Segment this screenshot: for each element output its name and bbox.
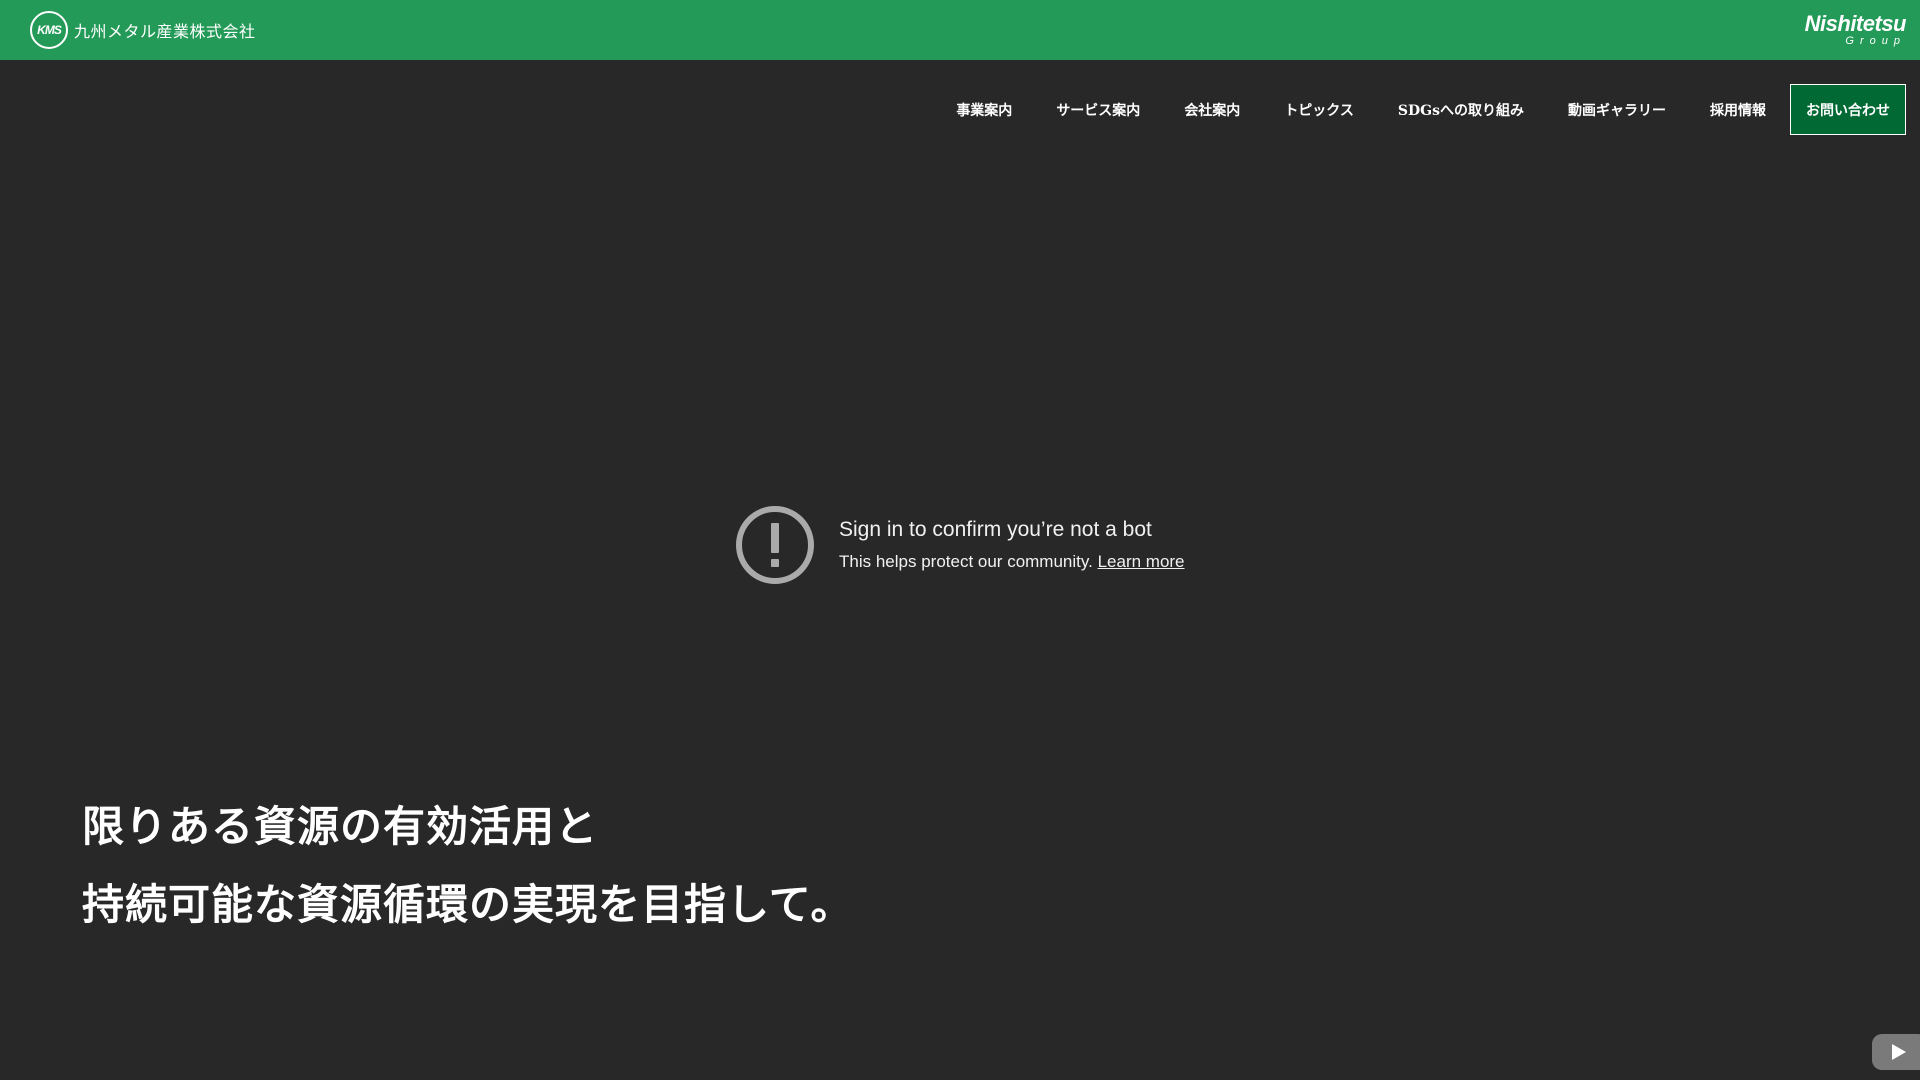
video-signin-notice: Sign in to confirm you’re not a bot This… (735, 505, 1185, 585)
nav-item-recruit[interactable]: 採用情報 (1688, 84, 1788, 135)
contact-button[interactable]: お問い合わせ (1790, 84, 1906, 135)
alert-circle-icon (736, 506, 814, 584)
hero-line-2: 持続可能な資源循環の実現を目指して。 (82, 880, 854, 929)
brand-link[interactable]: KMS 九州メタル産業株式会社 (30, 11, 256, 49)
youtube-button[interactable] (1872, 1034, 1920, 1070)
site-header: KMS 九州メタル産業株式会社 Nishitetsu Group (0, 0, 1920, 60)
nav-item-services[interactable]: サービス案内 (1034, 84, 1162, 135)
company-logo-icon: KMS (30, 11, 68, 49)
nishitetsu-group-logo[interactable]: Nishitetsu Group (1804, 11, 1907, 48)
notice-subtitle: This helps protect our community. Learn … (839, 552, 1185, 572)
company-name: 九州メタル産業株式会社 (74, 22, 256, 41)
notice-title: Sign in to confirm you’re not a bot (839, 518, 1152, 541)
learn-more-link[interactable]: Learn more (1098, 552, 1185, 571)
hero-copy: 限りある資源の有効活用と 持続可能な資源循環の実現を目指して。 (82, 788, 853, 944)
nav-item-company[interactable]: 会社案内 (1162, 84, 1262, 135)
notice-subtitle-text: This helps protect our community. (839, 552, 1093, 571)
nav-item-topics[interactable]: トピックス (1262, 84, 1376, 135)
notice-text: Sign in to confirm you’re not a bot This… (839, 518, 1185, 572)
youtube-play-icon (1892, 1044, 1906, 1060)
main-nav: 事業案内 サービス案内 会社案内 トピックス SDGsへの取り組み 動画ギャラリ… (934, 84, 1906, 135)
group-logo-name: Nishitetsu (1804, 11, 1907, 36)
nav-item-sdgs[interactable]: SDGsへの取り組み (1376, 84, 1546, 135)
hero-line-1: 限りある資源の有効活用と (82, 802, 599, 851)
nav-item-business[interactable]: 事業案内 (934, 84, 1034, 135)
nav-item-video-gallery[interactable]: 動画ギャラリー (1546, 84, 1688, 135)
group-logo-sub: Group (1845, 35, 1906, 47)
